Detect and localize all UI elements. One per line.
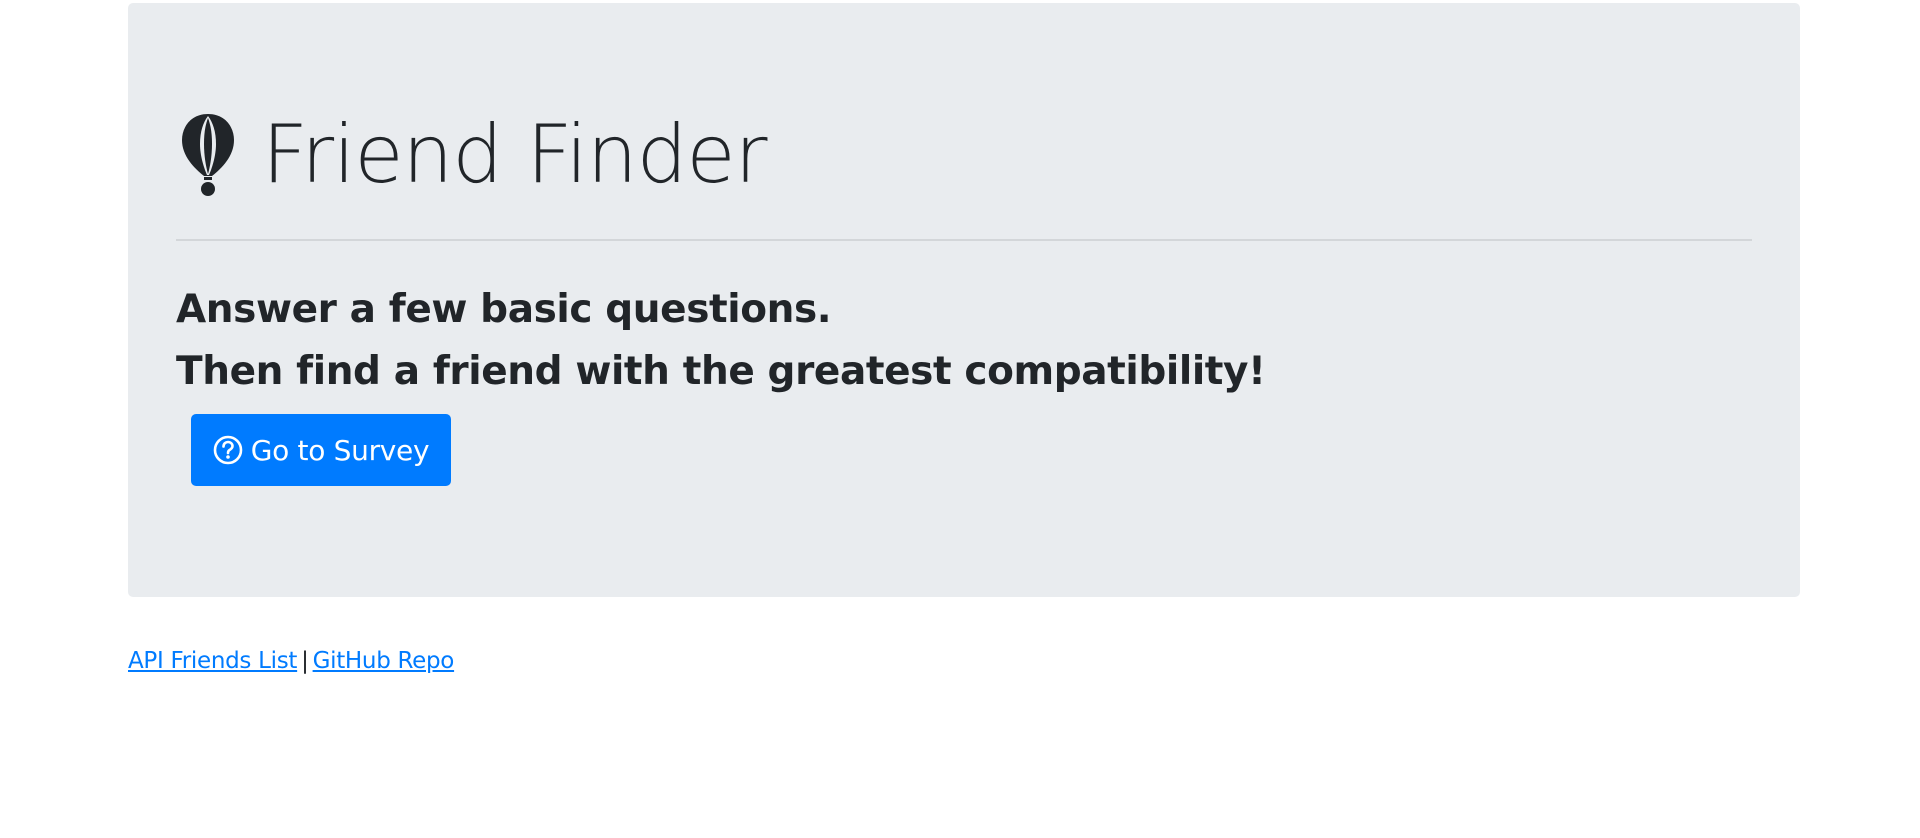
api-friends-list-link[interactable]: API Friends List (128, 648, 297, 674)
question-circle-icon (213, 435, 243, 465)
intro-text: Answer a few basic questions. Then find … (176, 279, 1752, 403)
footer-separator: | (301, 648, 309, 674)
go-to-survey-label: Go to Survey (250, 433, 430, 467)
go-to-survey-button[interactable]: Go to Survey (191, 414, 451, 486)
footer-links: API Friends List | GitHub Repo (128, 648, 454, 674)
page-title: Friend Finder (262, 108, 767, 201)
intro-line-1: Answer a few basic questions. (176, 287, 832, 332)
intro-line-2: Then find a friend with the greatest com… (176, 349, 1266, 394)
hot-air-balloon-icon (178, 112, 238, 198)
title-row: Friend Finder (176, 107, 1752, 203)
page-container: Friend Finder Answer a few basic questio… (128, 3, 1800, 597)
github-repo-link[interactable]: GitHub Repo (313, 648, 455, 674)
divider (176, 239, 1752, 241)
jumbotron: Friend Finder Answer a few basic questio… (128, 3, 1800, 597)
